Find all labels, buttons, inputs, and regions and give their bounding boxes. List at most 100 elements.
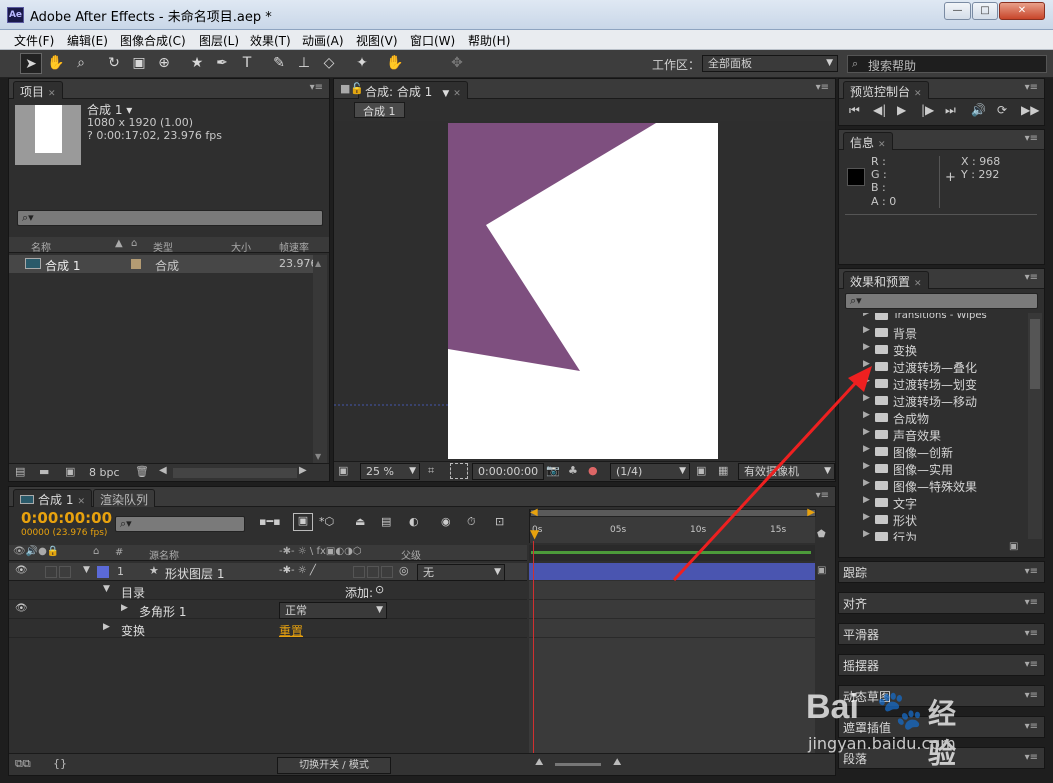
menu-composition[interactable]: 图像合成(C) [120, 32, 186, 49]
brush-tool-icon[interactable]: ✎ [268, 53, 290, 74]
effects-item[interactable]: ▶ 行为 [839, 528, 1027, 541]
menu-edit[interactable]: 编辑(E) [67, 32, 108, 49]
effects-item[interactable]: ▶ 变换 [839, 341, 1027, 358]
pan-behind-tool-icon[interactable]: ⊕ [153, 53, 175, 74]
region-of-interest-icon[interactable]: ▣ [696, 464, 706, 477]
layer-switches-icon[interactable]: -✱- ☼ ╱ [279, 565, 316, 576]
motion-blur-icon[interactable]: ▤ [381, 515, 391, 528]
expand-layer-icon[interactable]: ▼ [83, 565, 90, 575]
project-scrollbar[interactable]: ▲ ▼ [313, 255, 327, 465]
rotate-tool-icon[interactable]: ↻ [103, 53, 125, 74]
comp-viewer[interactable] [334, 121, 835, 461]
effects-item[interactable]: ▶ Transitions - Wipes [839, 313, 1027, 324]
comp-timecode[interactable]: 0:00:00:00 [472, 463, 544, 480]
new-preset-icon[interactable]: ▣ [1009, 541, 1018, 552]
menu-layer[interactable]: 图层(L) [199, 32, 239, 49]
effects-item[interactable]: ▶ 图像—特殊效果 [839, 477, 1027, 494]
layer-name[interactable]: 形状图层 1 [165, 565, 224, 582]
align-panel[interactable]: 对齐 ▾≡ [838, 592, 1045, 614]
chevron-down-icon[interactable]: ▼ [442, 89, 449, 99]
parent-dropdown[interactable]: 无 ▼ [417, 564, 505, 581]
smoother-panel[interactable]: 平滑器 ▾≡ [838, 623, 1045, 645]
project-item-row[interactable]: 合成 1 合成 23.976 [9, 255, 318, 273]
effects-item[interactable]: ▶ 过渡转场—移动 [839, 392, 1027, 409]
graph-editor-icon[interactable]: ⏱ [467, 515, 476, 529]
transform-row[interactable]: ▶ 变换 重置 [9, 620, 527, 638]
comp-mini-flowchart-icon[interactable]: ▪━▪ [259, 515, 281, 528]
comp-subtab[interactable]: 合成 1 [354, 102, 405, 118]
tab-render-queue[interactable]: 渲染队列 [93, 489, 156, 507]
first-frame-icon[interactable]: ⏮ [849, 103, 860, 118]
clone-stamp-tool-icon[interactable]: ⊥ [293, 53, 315, 74]
live-update-icon[interactable]: ⊡ [495, 515, 504, 528]
close-icon[interactable]: ✕ [453, 89, 461, 99]
time-ruler[interactable]: ◀ ▶ 0s 05s 10s 15s ▼ [529, 507, 816, 543]
close-icon[interactable]: ✕ [914, 279, 922, 289]
minimize-button[interactable]: — [944, 2, 971, 20]
trash-icon[interactable]: 🗑 [135, 465, 149, 478]
axis-mode-icon[interactable]: ✥ [446, 53, 468, 74]
panel-menu-icon[interactable]: ▾≡ [1025, 133, 1038, 144]
playhead-icon[interactable]: ▼ [530, 527, 539, 541]
effects-item[interactable]: ▶ 合成物 [839, 409, 1027, 426]
maximize-button[interactable]: □ [972, 2, 998, 20]
col-name[interactable]: 名称 [31, 239, 51, 254]
effects-item[interactable]: ▶ 形状 [839, 511, 1027, 528]
expand-polygon-icon[interactable]: ▶ [121, 603, 128, 613]
transparency-grid-icon[interactable]: ▦ [718, 464, 728, 477]
menu-file[interactable]: 文件(F) [14, 32, 54, 49]
workspace-dropdown[interactable]: 全部面板 ▼ [702, 55, 838, 72]
label-color-swatch[interactable] [97, 566, 109, 578]
close-button[interactable]: ✕ [999, 2, 1045, 20]
audio-icon[interactable]: 🔊 [971, 103, 986, 117]
comp-marker-bin-icon[interactable]: ⬟ [817, 529, 835, 543]
effects-item[interactable]: ▶ 图像—创新 [839, 443, 1027, 460]
panel-menu-icon[interactable]: ▾≡ [816, 82, 829, 93]
draft-3d-icon[interactable]: ▣ [293, 513, 313, 531]
toggle-switches-modes-button[interactable]: 切换开关 / 模式 [277, 757, 391, 774]
effects-search-input[interactable]: ⌕▾ [845, 293, 1038, 309]
channel-icon[interactable]: ● [588, 464, 598, 477]
col-parent[interactable]: 父级 [401, 547, 421, 562]
brainstorm-icon[interactable]: ◐ [409, 515, 419, 528]
close-icon[interactable]: ✕ [914, 89, 922, 99]
panel-menu-icon[interactable]: ▾≡ [816, 490, 829, 501]
panel-menu-icon[interactable]: ▾≡ [310, 82, 323, 93]
effects-item[interactable]: ▶ 背景 [839, 324, 1027, 341]
zoom-dropdown[interactable]: 25 % ▼ [360, 463, 420, 480]
blend-mode-dropdown[interactable]: 正常 ▼ [279, 602, 387, 619]
snapshot-icon[interactable]: 📷 [546, 464, 560, 477]
mask-visibility-icon[interactable] [450, 463, 468, 479]
loop-icon[interactable]: ⟳ [997, 103, 1007, 117]
col-size[interactable]: 大小 [231, 239, 251, 254]
interpret-footage-icon[interactable]: ▤ [15, 465, 25, 478]
add-arrow-icon[interactable]: ⊙ [375, 583, 384, 596]
prev-frame-icon[interactable]: ◀| [873, 103, 886, 117]
zoom-tool-icon[interactable]: ⌕ [70, 53, 92, 74]
layer-duration-bar[interactable] [529, 563, 815, 580]
close-icon[interactable]: ✕ [878, 140, 886, 150]
effects-item[interactable]: ▶ 过渡转场—叠化 [839, 358, 1027, 375]
selection-tool-icon[interactable]: ➤ [20, 53, 42, 74]
always-preview-icon[interactable]: ▣ [338, 464, 348, 477]
frame-blending-icon[interactable]: ⏏ [355, 515, 365, 528]
eye-icon[interactable]: 👁 [15, 565, 28, 576]
polygon-row[interactable]: 👁 ▶ 多角形 1 正常 ▼ [9, 601, 527, 619]
effects-scrollbar[interactable] [1028, 313, 1042, 539]
tab-preview[interactable]: 预览控制台 ✕ [843, 81, 929, 99]
lock-icon[interactable]: ■🔓 [340, 82, 364, 95]
play-icon[interactable]: ▶ [897, 103, 906, 117]
camera-tool-icon[interactable]: ▣ [128, 53, 150, 74]
current-time-indicator[interactable] [533, 541, 534, 755]
timeline-tracks[interactable] [529, 581, 815, 753]
next-frame-icon[interactable]: |▶ [921, 103, 934, 117]
new-folder-icon[interactable]: ▬ [39, 465, 49, 478]
puppet-tool-icon[interactable]: ✋ [384, 53, 406, 74]
new-comp-icon[interactable]: ▣ [65, 465, 75, 478]
ram-preview-icon[interactable]: ▶▶ [1021, 103, 1039, 117]
zoom-in-icon[interactable]: ⛰ [613, 757, 621, 768]
tab-composition[interactable]: 合成: 合成 1 ▼ ✕ [358, 81, 468, 99]
scroll-right-icon[interactable]: ▶ [299, 465, 307, 476]
work-area-bar[interactable] [529, 545, 815, 561]
tab-effects-presets[interactable]: 效果和预置 ✕ [843, 271, 929, 289]
